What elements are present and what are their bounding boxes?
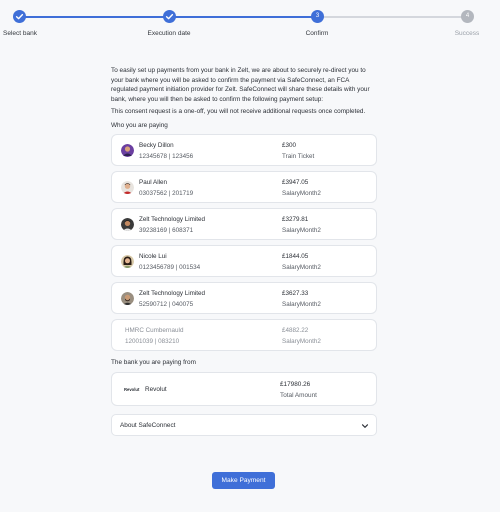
payee-amount: £3947.05 xyxy=(282,178,309,186)
avatar-icon xyxy=(121,180,134,194)
payee-reference: SalaryMonth2 xyxy=(282,263,321,271)
step-label-execution-date: Execution date xyxy=(147,30,191,37)
payee-name: Nicole Lui xyxy=(139,252,167,260)
payee-card: Paul Allen 03037562 | 201719 £3947.05 Sa… xyxy=(111,170,377,203)
confirm-content: To easily set up payments from your bank… xyxy=(111,66,377,436)
source-bank-card: Revolut Revolut £17980.26 Total Amount xyxy=(111,371,377,406)
stepper-line-pending xyxy=(317,16,467,18)
payee-account: 03037562 | 201719 xyxy=(139,189,194,197)
consent-notice: This consent request is a one-off, you w… xyxy=(111,108,366,115)
payee-name: HMRC Cumbernauld xyxy=(125,326,184,334)
payee-name: Paul Allen xyxy=(139,178,168,186)
paying-from-heading: The bank you are paying from xyxy=(111,358,196,366)
step-label-success: Success xyxy=(454,30,480,37)
payee-reference: SalaryMonth2 xyxy=(282,189,321,197)
payee-reference: SalaryMonth2 xyxy=(282,226,321,234)
payee-account: 12001039 | 083210 xyxy=(125,337,180,345)
step-4-number: 4 xyxy=(461,10,474,23)
payee-name: Zelt Technology Limited xyxy=(139,289,206,297)
payee-reference: SalaryMonth2 xyxy=(282,337,321,345)
step-1-check-icon xyxy=(13,10,26,23)
payee-account: 39238169 | 608371 xyxy=(139,226,194,234)
make-payment-button[interactable]: Make Payment xyxy=(212,472,275,489)
bank-name: Revolut xyxy=(145,385,167,393)
payees-heading: Who you are paying xyxy=(111,121,168,129)
revolut-logo-icon: Revolut xyxy=(124,386,140,392)
total-amount-label: Total Amount xyxy=(280,391,317,399)
avatar-icon xyxy=(121,254,134,268)
stepper-line-complete xyxy=(20,16,169,18)
step-3-number: 3 xyxy=(311,10,324,23)
payee-account: 12345678 | 123456 xyxy=(139,152,194,160)
payee-card: HMRC Cumbernauld 12001039 | 083210 £4882… xyxy=(111,318,377,351)
payee-name: Becky Dillon xyxy=(139,141,174,149)
avatar-icon xyxy=(121,291,134,305)
payee-amount: £4882.22 xyxy=(282,326,309,334)
payee-name: Zelt Technology Limited xyxy=(139,215,206,223)
step-label-confirm: Confirm xyxy=(305,30,329,37)
progress-stepper: 3 4 Select bank Execution date Confirm S… xyxy=(0,0,500,44)
chevron-down-icon xyxy=(361,423,369,428)
avatar-icon xyxy=(121,217,134,231)
payee-reference: SalaryMonth2 xyxy=(282,300,321,308)
payee-amount: £300 xyxy=(282,141,297,149)
payee-card: Zelt Technology Limited 52590712 | 04007… xyxy=(111,281,377,314)
payee-account: 0123456789 | 001534 xyxy=(139,263,201,271)
payee-reference: Train Ticket xyxy=(282,152,315,160)
payee-amount: £3279.81 xyxy=(282,215,309,223)
payee-amount: £1844.05 xyxy=(282,252,309,260)
accordion-label: About SafeConnect xyxy=(120,421,176,429)
payee-amount: £3627.33 xyxy=(282,289,309,297)
payee-card: Zelt Technology Limited 39238169 | 60837… xyxy=(111,207,377,240)
about-safeconnect-accordion[interactable]: About SafeConnect xyxy=(111,413,377,436)
avatar-icon xyxy=(121,143,134,157)
payee-card: Becky Dillon 12345678 | 123456 £300 Trai… xyxy=(111,133,377,166)
intro-paragraph: To easily set up payments from your bank… xyxy=(111,67,370,103)
payee-card: Nicole Lui 0123456789 | 001534 £1844.05 … xyxy=(111,244,377,277)
stepper-line-complete xyxy=(169,16,317,18)
payee-account: 52590712 | 040075 xyxy=(139,300,194,308)
step-label-select-bank: Select bank xyxy=(3,30,37,37)
step-2-check-icon xyxy=(163,10,176,23)
total-amount: £17980.26 xyxy=(280,380,311,388)
